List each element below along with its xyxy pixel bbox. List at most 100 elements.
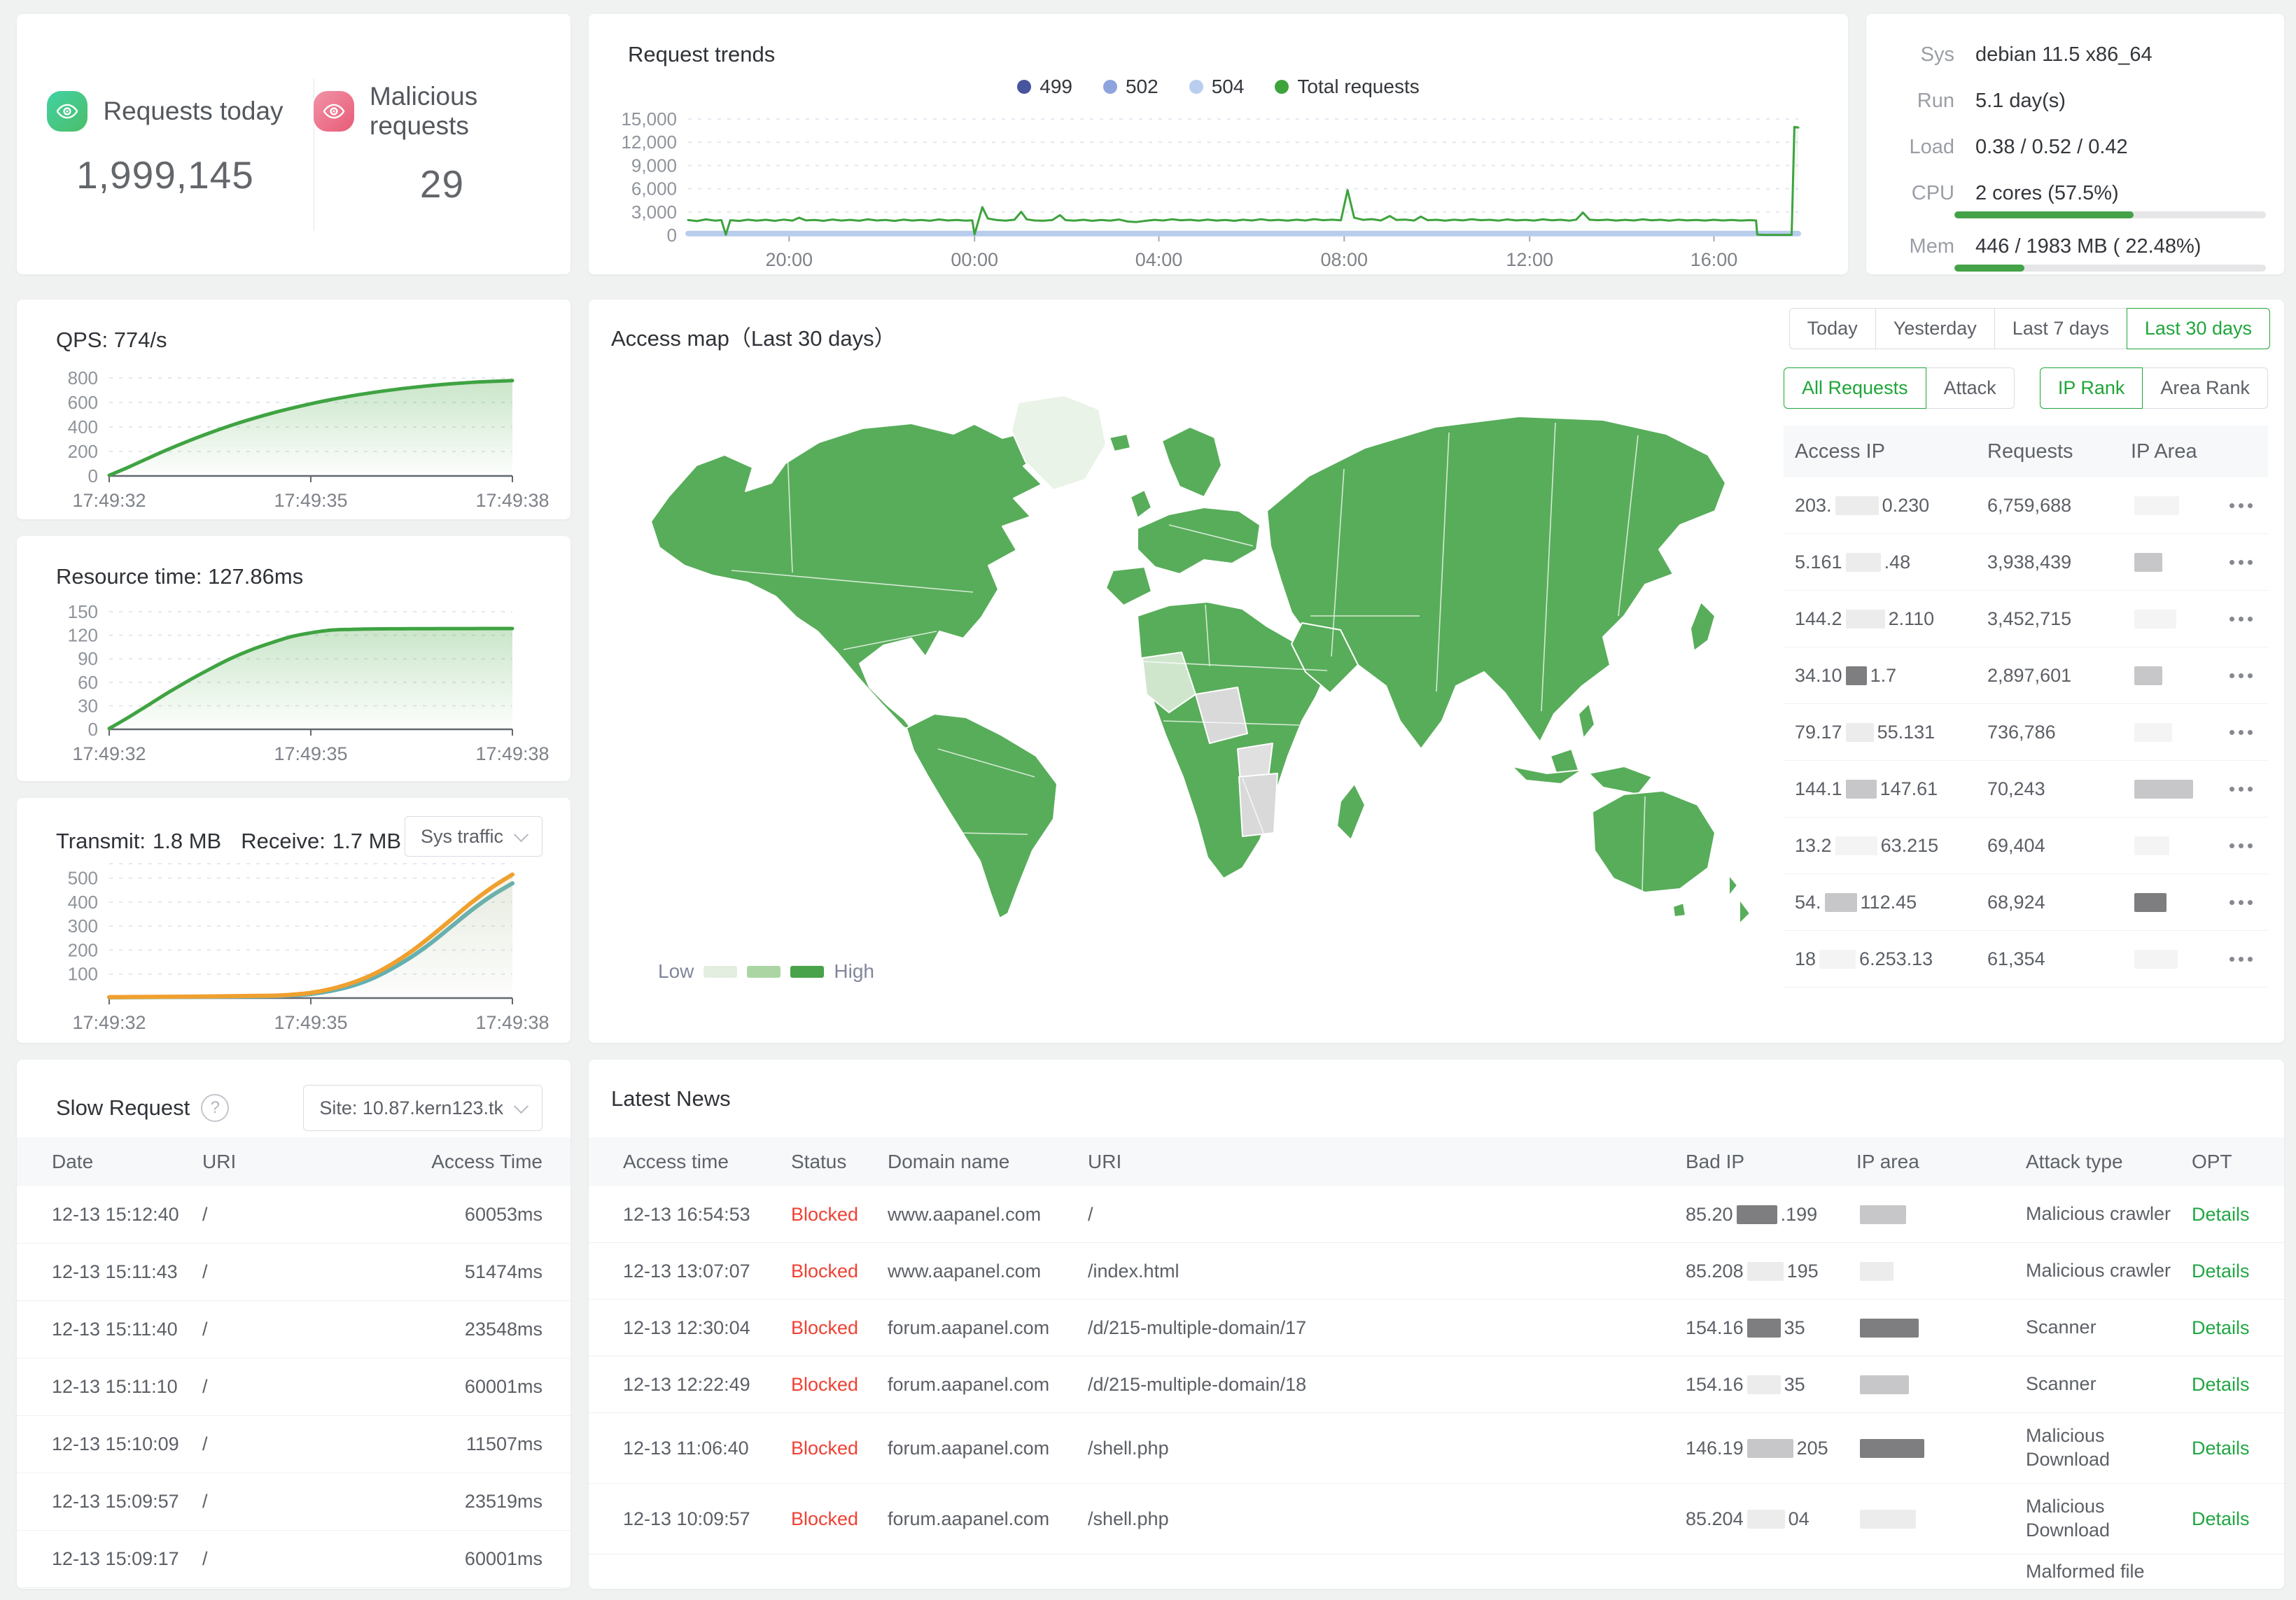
censored-text xyxy=(2134,610,2176,629)
qps-chart[interactable]: 020040060080017:49:3217:49:3517:49:38 xyxy=(45,370,556,510)
attack-type: Scanner xyxy=(2026,1373,2192,1396)
access-map-title: Access map（Last 30 days） xyxy=(611,321,896,352)
censored-text xyxy=(1835,496,1879,515)
svg-text:150: 150 xyxy=(68,601,98,622)
period-tab-last-30-days[interactable]: Last 30 days xyxy=(2127,308,2270,349)
ip-rank-table: Access IPRequestsIP Area 203.0.2306,759,… xyxy=(1784,426,2268,988)
column-header: Access time xyxy=(623,1151,791,1173)
legend-label: 502 xyxy=(1126,76,1158,98)
more-actions-icon[interactable] xyxy=(2225,726,2268,739)
access-time: 23519ms xyxy=(413,1491,542,1513)
more-actions-icon[interactable] xyxy=(2225,669,2268,682)
status-badge: Blocked xyxy=(791,1374,888,1396)
legend-item[interactable]: 504 xyxy=(1189,76,1245,98)
details-link[interactable]: Details xyxy=(2192,1508,2270,1530)
details-link[interactable]: Details xyxy=(2192,1261,2270,1282)
period-tab-today[interactable]: Today xyxy=(1789,308,1876,349)
details-link[interactable]: Details xyxy=(2192,1317,2270,1339)
ip-area xyxy=(2131,722,2225,743)
filter-tab-ip-rank[interactable]: IP Rank xyxy=(2040,367,2143,409)
period-tab-last-7-days[interactable]: Last 7 days xyxy=(1994,308,2127,349)
svg-text:17:49:32: 17:49:32 xyxy=(72,490,146,511)
censored-text xyxy=(2134,666,2162,685)
svg-text:9,000: 9,000 xyxy=(631,155,677,176)
more-actions-icon[interactable] xyxy=(2225,556,2268,569)
svg-text:6,000: 6,000 xyxy=(631,178,677,199)
system-info-label: Run xyxy=(1887,90,1954,113)
request-count: 6,759,688 xyxy=(1987,495,2131,517)
more-actions-icon[interactable] xyxy=(2225,896,2268,909)
slow-request-header: DateURIAccess Time xyxy=(17,1137,570,1186)
resource-time-chart[interactable]: 030609012015017:49:3217:49:3517:49:38 xyxy=(45,603,556,764)
ip-area xyxy=(1856,1438,2026,1459)
system-info-value: debian 11.5 x86_64 xyxy=(1975,43,2152,66)
domain-name: forum.aapanel.com xyxy=(888,1374,1088,1396)
access-ip: 186.253.13 xyxy=(1795,948,1987,970)
chart-legend[interactable]: 499 502 504 Total requests xyxy=(589,76,1848,98)
svg-text:17:49:38: 17:49:38 xyxy=(475,1012,549,1033)
system-info-row: CPU2 cores (57.5%) xyxy=(1887,182,2264,205)
censored-text xyxy=(1747,1319,1781,1338)
details-link[interactable]: Details xyxy=(2192,1374,2270,1396)
censored-text xyxy=(1860,1439,1924,1458)
legend-item[interactable]: 499 xyxy=(1017,76,1072,98)
legend-item[interactable]: Total requests xyxy=(1275,76,1419,98)
qps-card: QPS: 774/s 020040060080017:49:3217:49:35… xyxy=(17,300,570,519)
request-date: 12-13 15:11:40 xyxy=(52,1319,202,1340)
request-trends-chart[interactable]: 03,0006,0009,00012,00015,00020:0000:0004… xyxy=(596,112,1835,272)
slow-request-row: 12-13 15:12:40/60053ms xyxy=(17,1186,570,1244)
more-actions-icon[interactable] xyxy=(2225,499,2268,512)
access-time: 12-13 16:54:53 xyxy=(623,1204,791,1226)
svg-text:17:49:38: 17:49:38 xyxy=(475,490,549,511)
status-badge: Blocked xyxy=(791,1438,888,1459)
site-select[interactable]: Site: 10.87.kern123.tk xyxy=(303,1085,542,1131)
details-link[interactable]: Details xyxy=(2192,1204,2270,1226)
request-trends-card: Request trends 499502504Total requests 0… xyxy=(589,14,1848,274)
domain-name: forum.aapanel.com xyxy=(888,1438,1088,1459)
more-actions-icon[interactable] xyxy=(2225,953,2268,966)
help-icon[interactable]: ? xyxy=(201,1094,229,1122)
transmit-value: 1.8 MB xyxy=(153,829,221,854)
ip-area xyxy=(1856,1374,2026,1396)
request-uri: / xyxy=(202,1548,413,1570)
censored-text xyxy=(1846,610,1885,629)
censored-text xyxy=(2134,893,2166,912)
column-header: IP Area xyxy=(2131,440,2225,463)
system-info-label: Load xyxy=(1887,136,1954,159)
traffic-chart[interactable]: 10020030040050017:49:3217:49:3517:49:38 xyxy=(45,852,556,1034)
traffic-type-select-value: Sys traffic xyxy=(421,826,503,848)
legend-label: 499 xyxy=(1040,76,1072,98)
attack-type: Malicious Download xyxy=(2026,1495,2192,1543)
world-map[interactable] xyxy=(609,385,1771,945)
svg-text:12:00: 12:00 xyxy=(1506,249,1553,270)
request-uri: / xyxy=(1088,1204,1686,1226)
more-actions-icon[interactable] xyxy=(2225,612,2268,626)
svg-text:0: 0 xyxy=(88,719,98,740)
more-actions-icon[interactable] xyxy=(2225,783,2268,796)
ip-area xyxy=(2131,495,2225,517)
attack-type: Malformed file xyxy=(2026,1555,2192,1584)
access-time: 12-13 12:30:04 xyxy=(623,1317,791,1339)
filter-tab-attack[interactable]: Attack xyxy=(1926,367,2015,409)
column-header: Domain name xyxy=(888,1151,1088,1173)
censored-text xyxy=(2134,780,2193,799)
censored-text xyxy=(1825,893,1857,912)
legend-item[interactable]: 502 xyxy=(1103,76,1158,98)
filter-tab-area-rank[interactable]: Area Rank xyxy=(2142,367,2268,409)
request-count: 3,938,439 xyxy=(1987,552,2131,573)
more-actions-icon[interactable] xyxy=(2225,839,2268,852)
filter-tab-all-requests[interactable]: All Requests xyxy=(1784,367,1926,409)
chevron-down-icon xyxy=(514,1099,528,1114)
svg-text:17:49:32: 17:49:32 xyxy=(72,1012,146,1033)
qps-title: QPS: 774/s xyxy=(56,328,167,353)
details-link[interactable]: Details xyxy=(2192,1438,2270,1459)
svg-text:200: 200 xyxy=(68,939,98,960)
traffic-card: Transmit: 1.8 MB Receive: 1.7 MB Sys tra… xyxy=(17,798,570,1043)
system-info-row: Load0.38 / 0.52 / 0.42 xyxy=(1887,136,2264,159)
ip-area xyxy=(2131,665,2225,687)
censored-text xyxy=(1747,1262,1784,1281)
legend-low-label: Low xyxy=(658,960,694,983)
traffic-type-select[interactable]: Sys traffic xyxy=(405,816,542,857)
map-north-america xyxy=(651,423,1049,736)
period-tab-yesterday[interactable]: Yesterday xyxy=(1875,308,1995,349)
